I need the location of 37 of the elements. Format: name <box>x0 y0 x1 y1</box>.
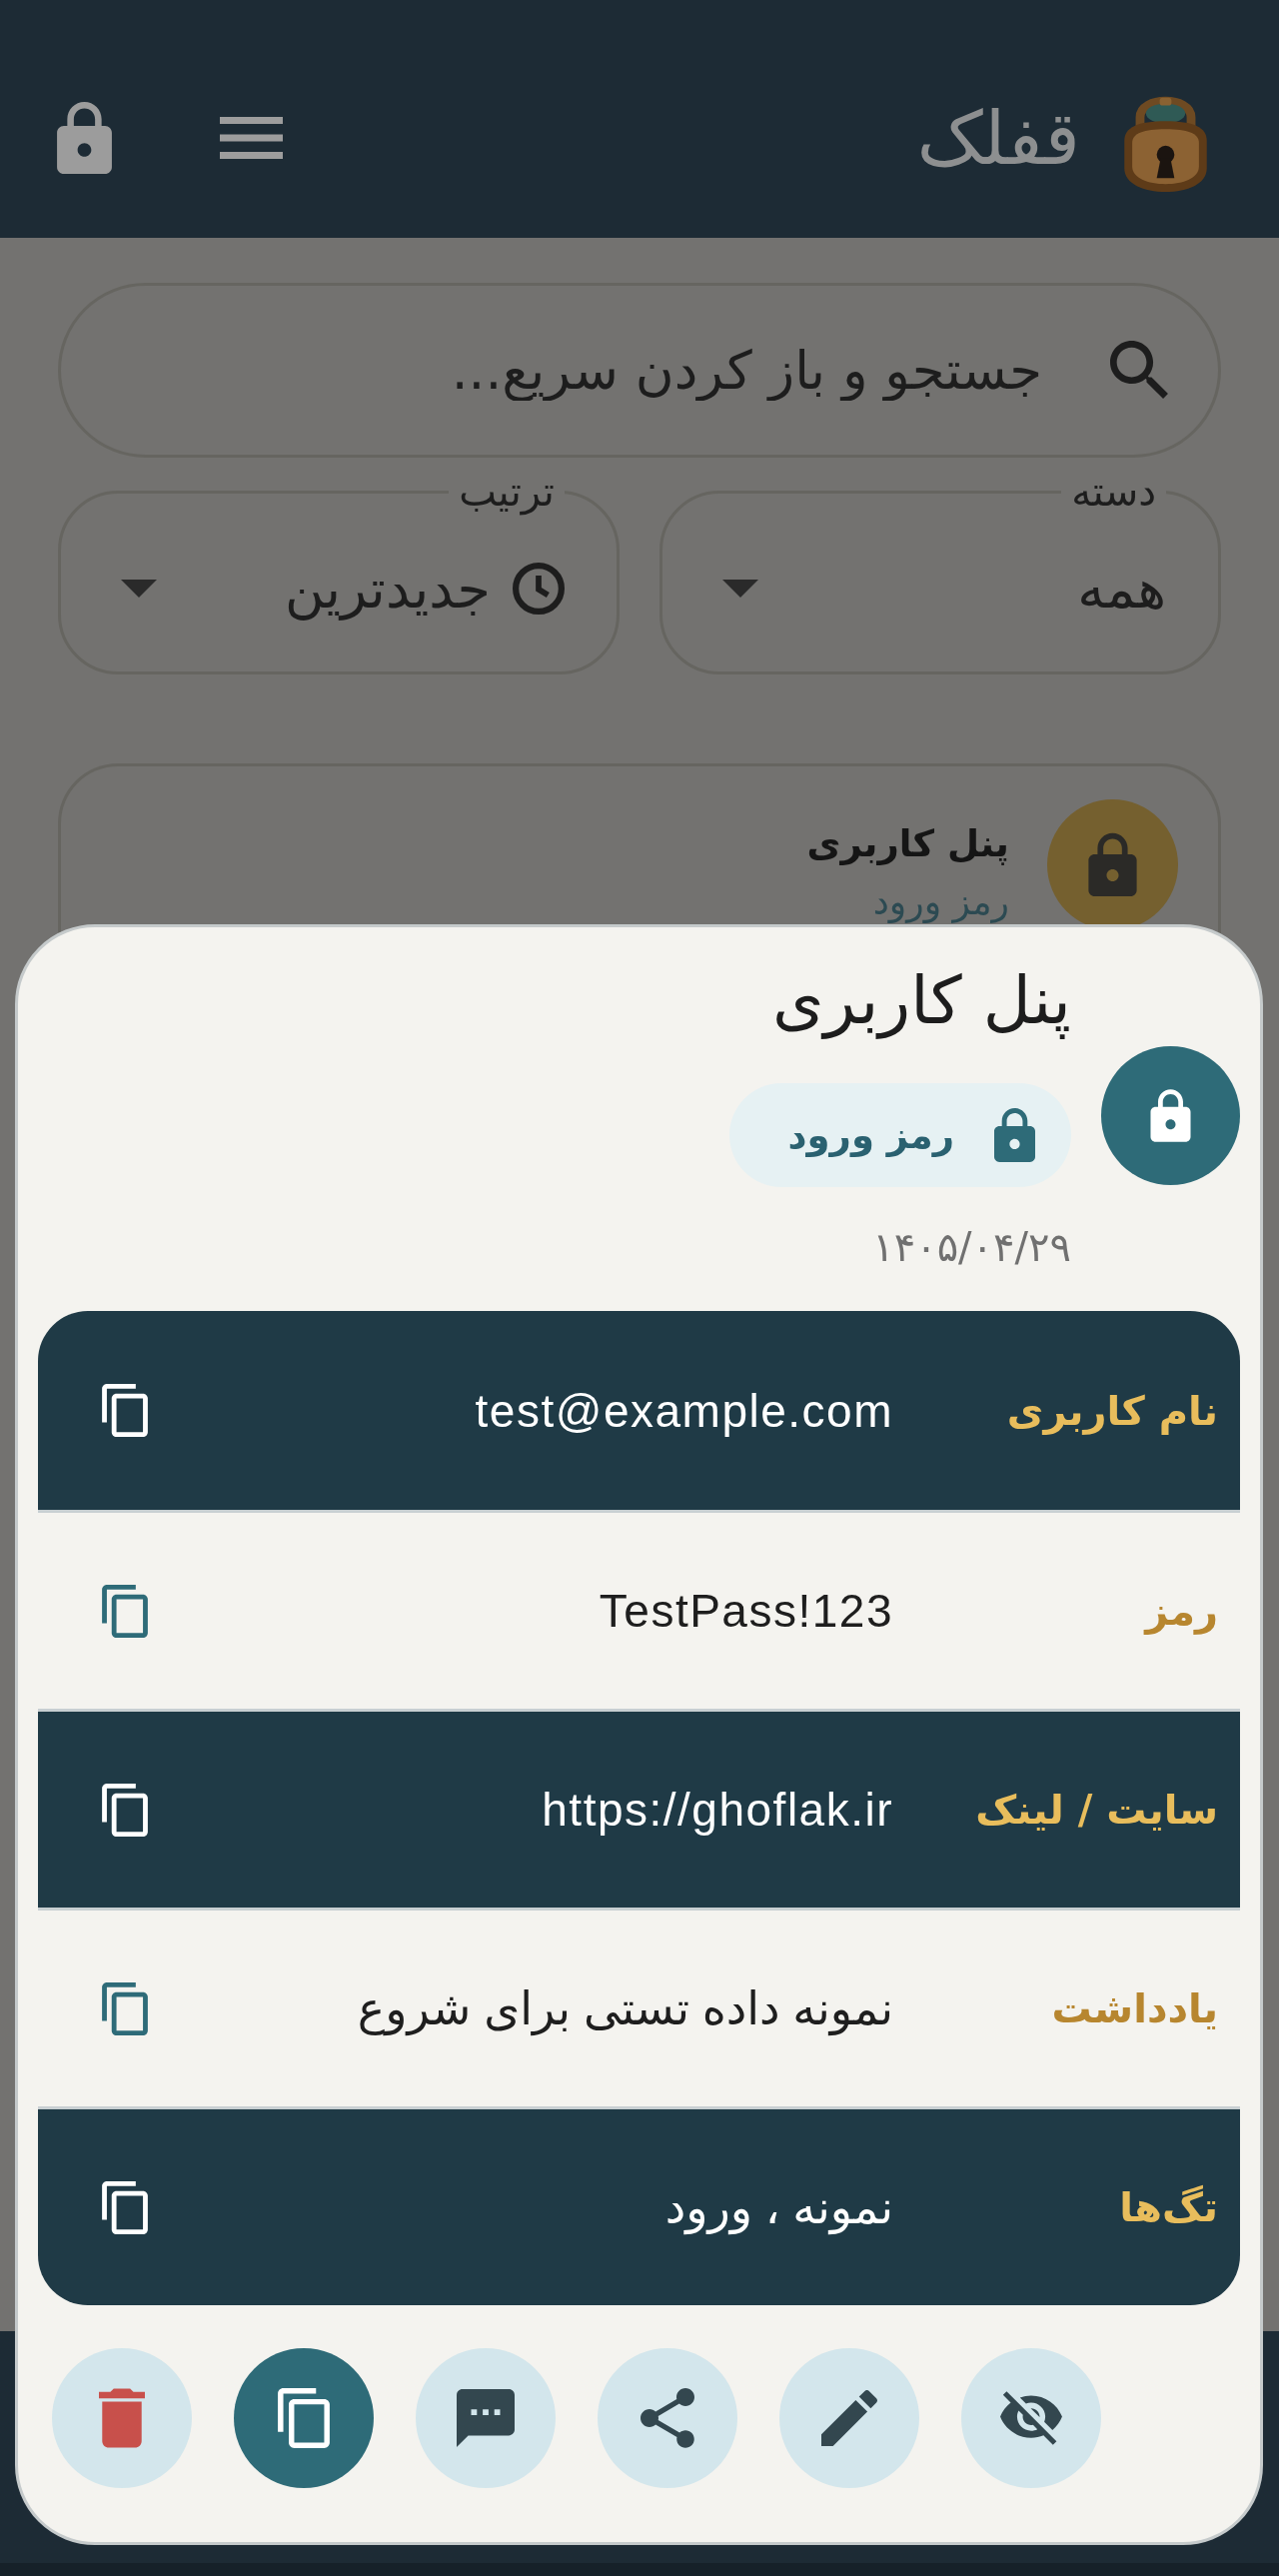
lock-icon[interactable] <box>57 102 112 174</box>
lock-icon <box>994 1108 1035 1162</box>
lock-icon <box>1101 1045 1240 1185</box>
search-icon <box>1110 341 1168 399</box>
field-label: دسته <box>1070 470 1157 514</box>
entry-type: رمز ورود <box>787 1113 954 1157</box>
chat-bubble-icon <box>457 2389 515 2447</box>
field-value: TestPass!123 <box>598 1584 893 1638</box>
entry-title: پنل کاربری <box>806 821 1009 867</box>
copy-icon[interactable] <box>102 1584 148 1638</box>
field-value: نمونه داده تستی برای شروع <box>356 1981 893 2035</box>
caret-icon <box>121 580 157 598</box>
caret-icon <box>722 580 758 598</box>
entry-type: رمز ورود <box>872 880 1009 925</box>
field-label: رمز <box>1142 1588 1218 1634</box>
clock-icon <box>513 563 565 615</box>
field-label: سایت / لینک <box>974 1787 1218 1833</box>
menu-icon[interactable] <box>220 117 283 159</box>
field-value: نمونه ، ورود <box>663 2180 893 2234</box>
copy-icon[interactable] <box>102 1384 148 1437</box>
copy-icon <box>278 2388 330 2448</box>
field-label: نام کاربری <box>1005 1387 1218 1434</box>
pencil-icon <box>821 2390 877 2446</box>
field-value: test@example.com <box>474 1383 893 1438</box>
field-label: یادداشت <box>1050 1985 1218 2031</box>
field-label: تگ‌ها <box>1118 2184 1218 2230</box>
eye-slash-icon <box>1000 2391 1062 2445</box>
detail-title: پنل کاربری <box>771 961 1071 1041</box>
date-text: ۱۴۰۵/۰۴/۲۹ <box>872 1223 1071 1272</box>
share-icon <box>640 2388 694 2448</box>
copy-icon[interactable] <box>102 2180 148 2234</box>
copy-icon[interactable] <box>102 1783 148 1837</box>
field-label: ترتیب <box>458 470 556 514</box>
field-value: https://ghoflak.ir <box>541 1783 893 1837</box>
app-title: قفلک <box>916 93 1080 183</box>
copy-icon[interactable] <box>102 1981 148 2035</box>
trash-icon <box>99 2388 145 2448</box>
